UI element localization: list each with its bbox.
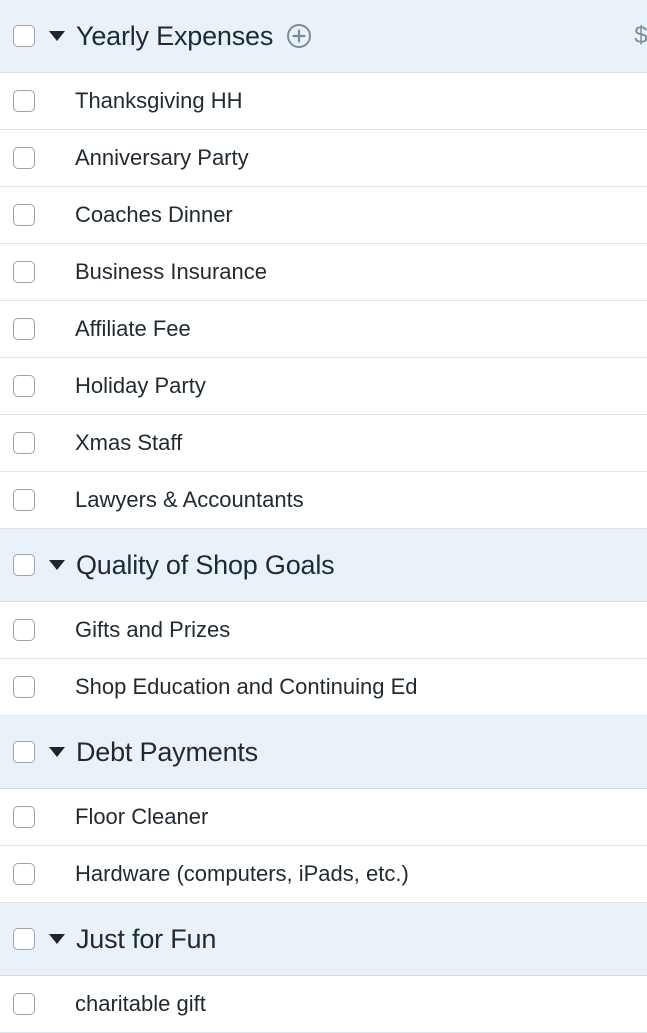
category-name[interactable]: Shop Education and Continuing Ed — [75, 674, 417, 700]
category-group-quality-of-shop-goals[interactable]: Quality of Shop Goals$ — [0, 529, 647, 602]
category-checkbox[interactable] — [13, 863, 35, 885]
category-name[interactable]: Anniversary Party — [75, 145, 249, 171]
category-group-debt-payments[interactable]: Debt Payments$ — [0, 716, 647, 789]
caret-down-icon[interactable] — [48, 745, 66, 759]
group-name[interactable]: Quality of Shop Goals — [76, 550, 335, 581]
category-checkbox[interactable] — [13, 90, 35, 112]
category-name[interactable]: Affiliate Fee — [75, 316, 191, 342]
category-row-charitable-gift[interactable]: charitable gift — [0, 976, 647, 1033]
category-row-lawyers-accountants[interactable]: Lawyers & Accountants — [0, 472, 647, 529]
category-name[interactable]: charitable gift — [75, 991, 206, 1017]
category-row-gifts-and-prizes[interactable]: Gifts and Prizes — [0, 602, 647, 659]
add-category-icon[interactable] — [285, 22, 313, 50]
category-checkbox[interactable] — [13, 261, 35, 283]
category-checkbox[interactable] — [13, 676, 35, 698]
category-row-shop-education-and-continuing-ed[interactable]: Shop Education and Continuing Ed — [0, 659, 647, 716]
budget-category-list: Yearly Expenses $1 Thanksgiving HH Annivers… — [0, 0, 647, 1033]
category-group-just-for-fun[interactable]: Just for Fun$ — [0, 903, 647, 976]
caret-down-icon[interactable] — [48, 558, 66, 572]
category-checkbox[interactable] — [13, 432, 35, 454]
category-checkbox[interactable] — [13, 489, 35, 511]
category-row-hardware-computers-ipads-etc[interactable]: Hardware (computers, iPads, etc.) — [0, 846, 647, 903]
caret-down-icon[interactable] — [48, 29, 66, 43]
category-row-business-insurance[interactable]: Business Insurance — [0, 244, 647, 301]
category-checkbox[interactable] — [13, 204, 35, 226]
category-name[interactable]: Lawyers & Accountants — [75, 487, 304, 513]
group-name[interactable]: Just for Fun — [76, 924, 216, 955]
category-row-holiday-party[interactable]: Holiday Party — [0, 358, 647, 415]
category-name[interactable]: Gifts and Prizes — [75, 617, 230, 643]
category-name[interactable]: Coaches Dinner — [75, 202, 233, 228]
category-name[interactable]: Hardware (computers, iPads, etc.) — [75, 861, 409, 887]
group-name[interactable]: Yearly Expenses — [76, 21, 273, 52]
category-name[interactable]: Business Insurance — [75, 259, 267, 285]
category-row-anniversary-party[interactable]: Anniversary Party — [0, 130, 647, 187]
category-row-coaches-dinner[interactable]: Coaches Dinner — [0, 187, 647, 244]
category-row-floor-cleaner[interactable]: Floor Cleaner — [0, 789, 647, 846]
category-row-thanksgiving-hh[interactable]: Thanksgiving HH — [0, 73, 647, 130]
category-name[interactable]: Holiday Party — [75, 373, 206, 399]
group-checkbox[interactable] — [13, 741, 35, 763]
caret-down-icon[interactable] — [48, 932, 66, 946]
category-row-affiliate-fee[interactable]: Affiliate Fee — [0, 301, 647, 358]
group-amount: $1 — [634, 22, 647, 49]
group-checkbox[interactable] — [13, 554, 35, 576]
category-checkbox[interactable] — [13, 806, 35, 828]
category-checkbox[interactable] — [13, 375, 35, 397]
group-checkbox[interactable] — [13, 25, 35, 47]
category-checkbox[interactable] — [13, 993, 35, 1015]
category-name[interactable]: Xmas Staff — [75, 430, 182, 456]
category-group-yearly-expenses[interactable]: Yearly Expenses $1 — [0, 0, 647, 73]
category-checkbox[interactable] — [13, 619, 35, 641]
category-name[interactable]: Floor Cleaner — [75, 804, 208, 830]
category-checkbox[interactable] — [13, 147, 35, 169]
category-checkbox[interactable] — [13, 318, 35, 340]
group-name[interactable]: Debt Payments — [76, 737, 258, 768]
category-name[interactable]: Thanksgiving HH — [75, 88, 243, 114]
category-row-xmas-staff[interactable]: Xmas Staff — [0, 415, 647, 472]
group-checkbox[interactable] — [13, 928, 35, 950]
